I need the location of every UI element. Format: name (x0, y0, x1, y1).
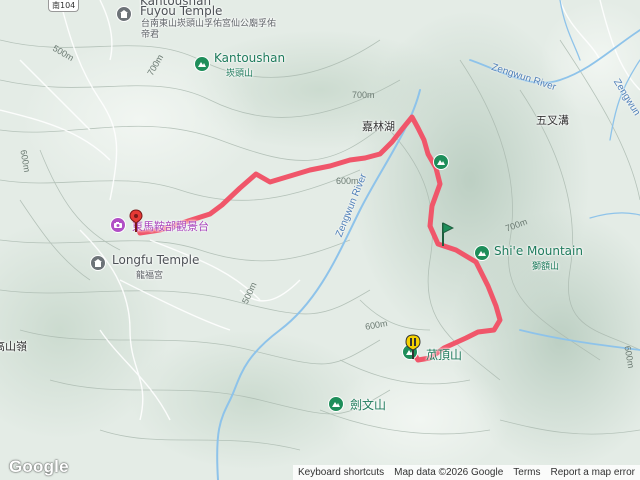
temple-icon[interactable] (90, 255, 106, 271)
mountain-icon[interactable] (328, 396, 344, 412)
place-fuyou-temple[interactable]: Fuyou Temple (140, 4, 222, 18)
place-wuchagou: 五叉溝 (536, 112, 569, 128)
place-label: 高山嶺 (0, 340, 27, 353)
place-label: 嘉林湖 (362, 120, 395, 133)
place-label: 獅額山 (532, 262, 560, 272)
mountain-icon[interactable] (433, 154, 449, 170)
place-viewpoint[interactable]: 東馬鞍部觀景台 (132, 218, 209, 234)
google-logo: Google (9, 457, 69, 476)
place-gaoshanling: 高山嶺 (0, 338, 27, 354)
contour-label: 700m (352, 90, 375, 100)
place-jialinhu: 嘉林湖 (362, 118, 395, 134)
place-kantoushan[interactable]: Kantoushan (214, 51, 285, 65)
place-label: Longfu Temple (112, 253, 200, 267)
report-error-link[interactable]: Report a map error (546, 467, 640, 478)
flag-marker-icon[interactable] (440, 221, 454, 247)
camera-icon[interactable] (110, 217, 126, 233)
place-label: 東馬鞍部觀景台 (132, 220, 209, 233)
map-data-label: Map data ©2026 Google (394, 467, 504, 478)
place-label: Fuyou Temple (140, 4, 223, 18)
place-label: 台南東山崁頭山孚佑宮仙公廟孚佑帝君 (141, 19, 277, 40)
map-canvas[interactable]: 南104 700m 700m 600m 600m 600m 500m 500m … (0, 0, 640, 480)
place-label: 龍福宮 (136, 271, 164, 281)
place-label: Shi'e Mountain (494, 244, 583, 258)
place-shie-mountain-zh: 獅額山 (532, 259, 559, 272)
terms-link[interactable]: Terms (508, 467, 545, 478)
road-shield: 南104 (48, 0, 80, 12)
end-marker-icon[interactable] (405, 334, 421, 360)
mountain-icon[interactable] (474, 245, 490, 261)
place-jianwen-mountain[interactable]: 劍文山 (350, 396, 386, 413)
place-fuyou-temple-zh: 台南東山崁頭山孚佑宮仙公廟孚佑帝君 (141, 19, 277, 41)
place-longfu-temple-zh: 龍福宮 (136, 268, 163, 281)
attribution-bar: Keyboard shortcuts Map data ©2026 Google… (292, 465, 640, 480)
start-marker-icon[interactable] (129, 209, 143, 233)
place-label: Kantoushan (214, 51, 286, 65)
place-label: 苽頂山 (426, 348, 463, 362)
place-guding-mountain[interactable]: 苽頂山 (426, 346, 462, 363)
temple-icon[interactable] (116, 6, 132, 22)
place-shie-mountain[interactable]: Shi'e Mountain (494, 244, 583, 258)
place-kantoushan-zh: 崁頭山 (226, 66, 253, 79)
place-longfu-temple[interactable]: Longfu Temple (112, 253, 199, 267)
place-label: 劍文山 (350, 398, 387, 412)
keyboard-shortcuts-link[interactable]: Keyboard shortcuts (293, 467, 389, 478)
place-label: 五叉溝 (536, 114, 569, 127)
road-shield-label: 南104 (52, 1, 76, 10)
place-label: 崁頭山 (226, 69, 254, 79)
mountain-icon[interactable] (194, 56, 210, 72)
